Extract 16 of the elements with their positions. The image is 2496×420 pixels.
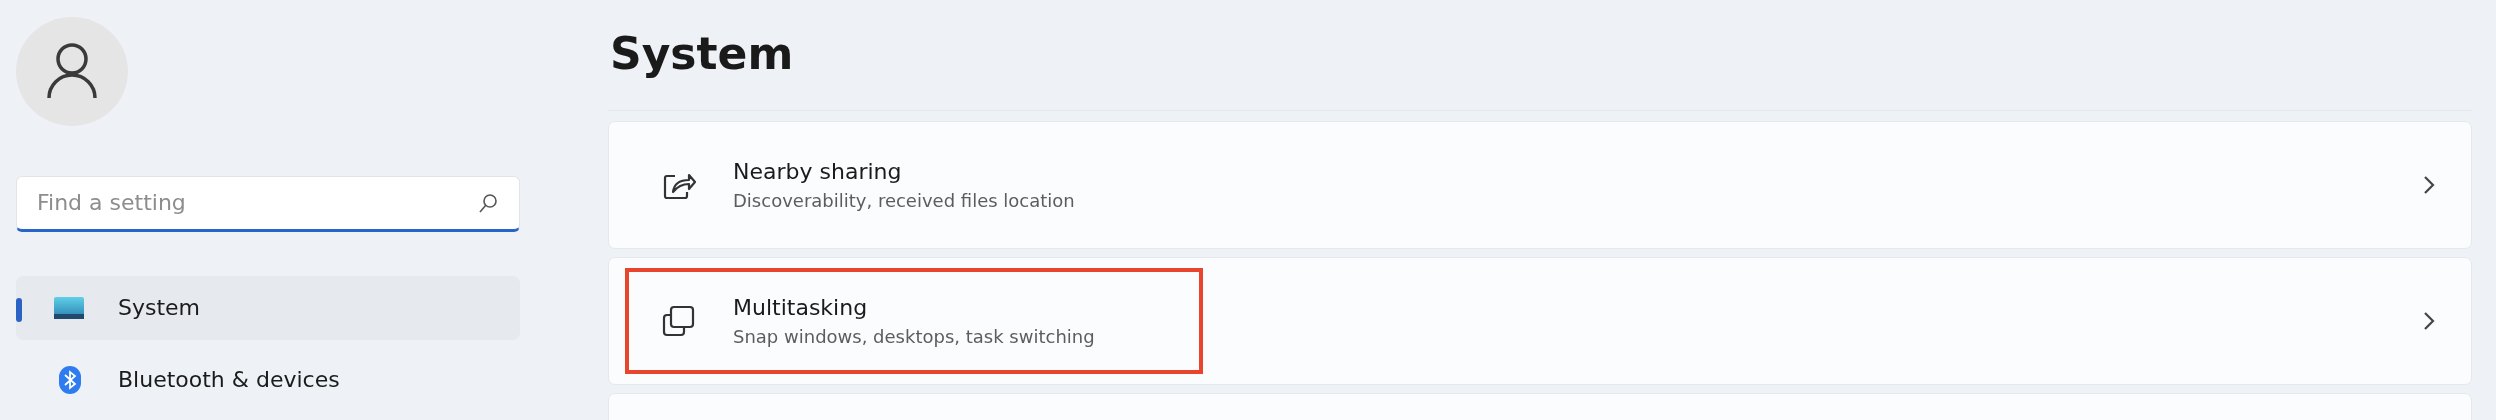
card-title: Multitasking bbox=[733, 295, 869, 320]
chevron-right-icon bbox=[2423, 175, 2435, 195]
nav-item[interactable]: Bluetooth & devices bbox=[16, 347, 520, 412]
chevron-right-icon bbox=[2423, 311, 2435, 331]
person-icon bbox=[47, 42, 97, 101]
settings-card[interactable]: Nearby sharing Discoverability, received files location bbox=[608, 121, 2472, 249]
nav-item[interactable]: System bbox=[16, 275, 520, 340]
search-icon bbox=[478, 192, 498, 215]
card-subtitle: Discoverability, received files location bbox=[733, 190, 1075, 211]
page-title: System bbox=[609, 27, 794, 81]
overlapping-windows-icon bbox=[661, 304, 697, 338]
card-subtitle: Snap windows, desktops, task switching bbox=[733, 326, 1095, 347]
card-title: Nearby sharing bbox=[733, 159, 903, 184]
search-field[interactable]: Find a setting bbox=[16, 175, 520, 232]
selection-indicator bbox=[16, 297, 22, 322]
settings-card[interactable]: Multitasking Snap windows, desktops, task switching bbox=[608, 257, 2472, 385]
